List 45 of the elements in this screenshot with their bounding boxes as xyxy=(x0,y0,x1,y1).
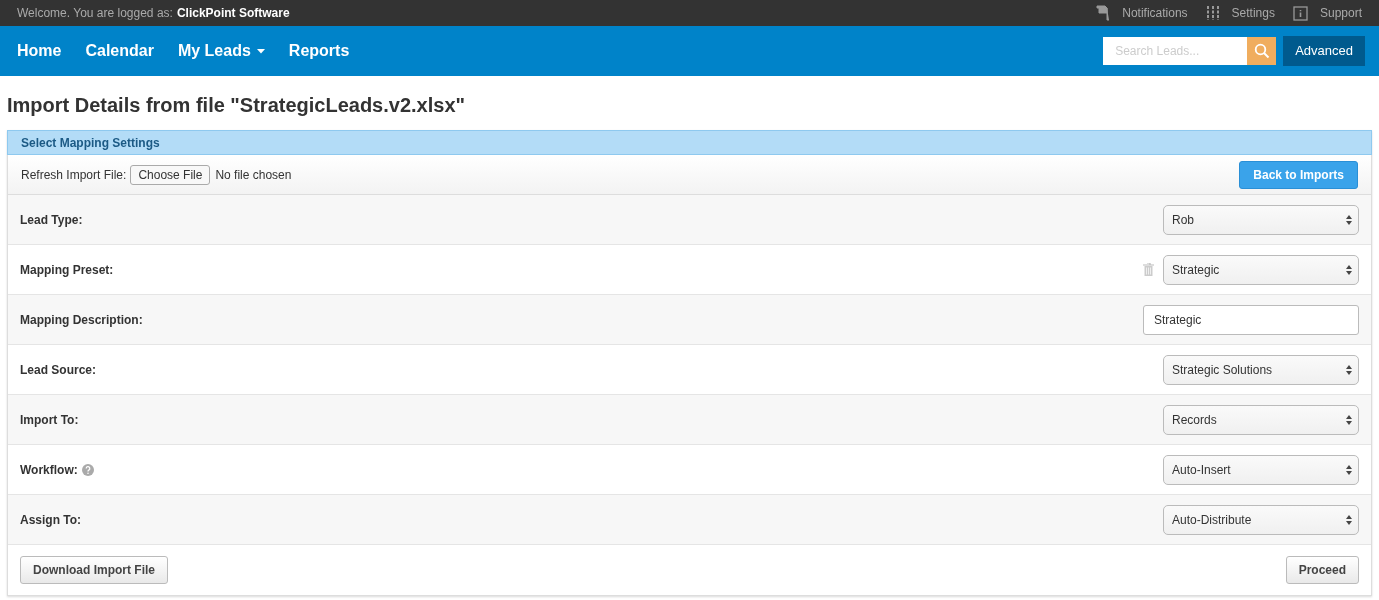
search-button[interactable] xyxy=(1247,37,1277,65)
dropdown[interactable]: Strategic xyxy=(1163,254,1359,285)
panel-header: Select Mapping Settings xyxy=(7,130,1372,155)
proceed-button[interactable]: Proceed xyxy=(1285,556,1359,584)
help-icon[interactable] xyxy=(81,463,94,476)
download-import-file-button[interactable]: Download Import File xyxy=(20,556,168,584)
updown-caret-icon xyxy=(1346,514,1352,525)
top-bar-link[interactable]: Settings xyxy=(1231,4,1275,22)
welcome-text: Welcome. You are logged as: xyxy=(17,5,173,22)
flag-icon xyxy=(1096,5,1111,21)
updown-caret-icon xyxy=(1346,364,1352,375)
trash-icon[interactable] xyxy=(1143,263,1154,276)
search-icon xyxy=(1253,43,1270,59)
sliders-icon xyxy=(1205,5,1220,21)
info-icon xyxy=(1292,5,1308,21)
field-label: Workflow: xyxy=(20,461,78,479)
file-label: Refresh Import File: xyxy=(21,166,127,184)
choose-file-button[interactable]: Choose File xyxy=(130,164,211,185)
advanced-button[interactable]: Advanced xyxy=(1283,36,1365,66)
file-status: No file chosen xyxy=(215,166,292,184)
nav-link[interactable]: My Leads xyxy=(177,39,265,63)
text-field[interactable]: Strategic xyxy=(1143,304,1359,335)
field-label: Mapping Preset: xyxy=(20,261,114,279)
dropdown[interactable]: Records xyxy=(1163,404,1359,435)
dropdown[interactable]: Strategic Solutions xyxy=(1163,354,1359,385)
top-bar-link[interactable]: Support xyxy=(1319,4,1362,22)
user-name: ClickPoint Software xyxy=(176,5,290,22)
dropdown[interactable]: Rob xyxy=(1163,204,1359,235)
dropdown[interactable]: Auto-Insert xyxy=(1163,454,1359,485)
nav-link[interactable]: Reports xyxy=(288,39,350,63)
page-title: Import Details from file "StrategicLeads.v2.xlsx" xyxy=(7,93,466,118)
nav-link[interactable]: Home xyxy=(17,39,62,63)
updown-caret-icon xyxy=(1346,414,1352,425)
field-label: Assign To: xyxy=(20,511,82,529)
top-bar-link[interactable]: Notifications xyxy=(1122,4,1188,22)
field-label: Mapping Description: xyxy=(20,311,143,329)
field-label: Lead Source: xyxy=(20,361,97,379)
nav-link[interactable]: Calendar xyxy=(85,39,154,63)
caret-icon xyxy=(256,48,265,54)
dropdown[interactable]: Auto-Distribute xyxy=(1163,504,1359,535)
updown-caret-icon xyxy=(1346,214,1352,225)
field-label: Import To: xyxy=(20,411,79,429)
updown-caret-icon xyxy=(1346,264,1352,275)
field-label: Lead Type: xyxy=(20,211,83,229)
updown-caret-icon xyxy=(1346,464,1352,475)
